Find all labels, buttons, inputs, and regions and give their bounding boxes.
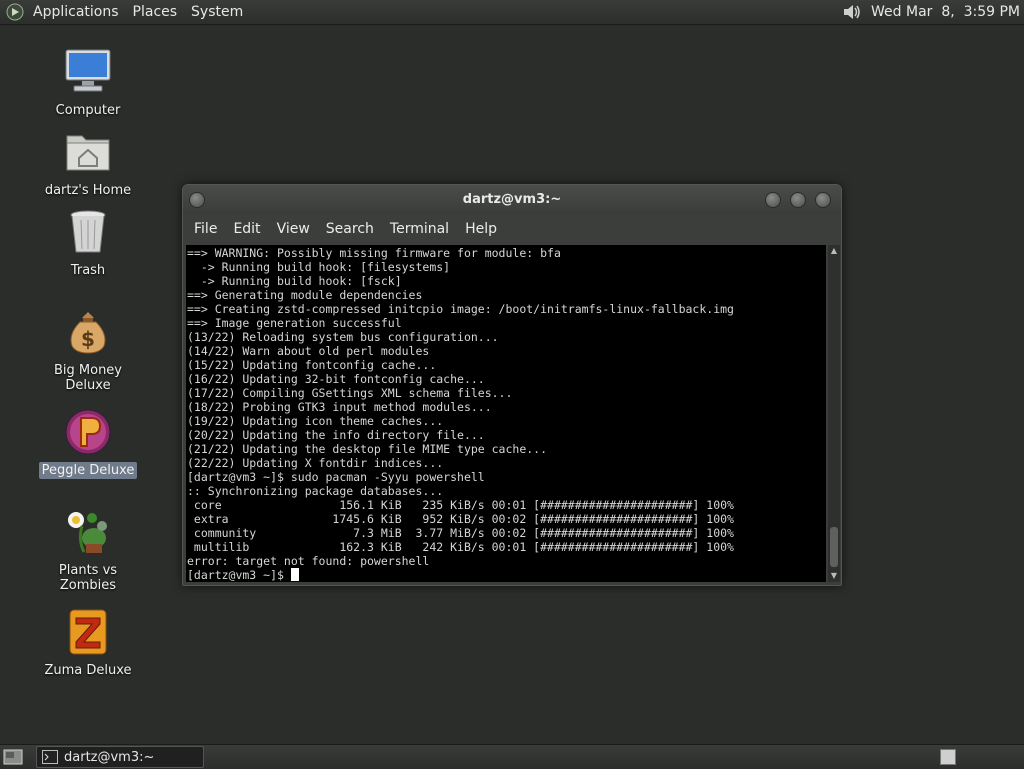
bottom-panel: dartz@vm3:~: [0, 744, 1024, 769]
terminal-line: community 7.3 MiB 3.77 MiB/s 00:02 [####…: [187, 526, 734, 540]
terminal-line: multilib 162.3 KiB 242 KiB/s 00:01 [####…: [187, 540, 734, 554]
terminal-scrollbar[interactable]: ▲ ▼: [828, 245, 840, 582]
desktop-icon-label: Zuma Deluxe: [44, 663, 132, 678]
menu-file[interactable]: File: [186, 221, 225, 237]
desktop-icon-pvz[interactable]: Plants vs Zombies: [28, 506, 148, 594]
terminal-prompt-line[interactable]: [dartz@vm3 ~]$: [187, 568, 826, 582]
terminal-window[interactable]: dartz@vm3:~ File Edit View Search Termin…: [182, 184, 842, 586]
terminal-line: -> Running build hook: [filesystems]: [187, 260, 451, 274]
desktop-icon-zuma[interactable]: Zuma Deluxe: [28, 606, 148, 679]
top-panel: Applications Places System Wed Mar 8, 3:…: [0, 0, 1024, 25]
desktop-icon-peggle[interactable]: Peggle Deluxe: [28, 406, 148, 479]
terminal-line: ==> Image generation successful: [187, 316, 402, 330]
svg-text:$: $: [81, 327, 95, 351]
close-button[interactable]: [815, 192, 831, 208]
terminal-line: (17/22) Compiling GSettings XML schema f…: [187, 386, 513, 400]
maximize-button[interactable]: [790, 192, 806, 208]
terminal-line: (21/22) Updating the desktop file MIME t…: [187, 442, 548, 456]
terminal-icon: [42, 750, 58, 764]
desktop-icon-label: Plants vs Zombies: [58, 563, 118, 593]
terminal-prompt: [dartz@vm3 ~]$: [187, 568, 291, 582]
plants-vs-zombies-icon: [68, 512, 107, 553]
terminal-line: extra 1745.6 KiB 952 KiB/s 00:02 [######…: [187, 512, 734, 526]
trash-icon: [70, 210, 106, 253]
terminal-line: (16/22) Updating 32-bit fontconfig cache…: [187, 372, 485, 386]
desktop-icon-label: Computer: [55, 103, 121, 118]
terminal-line: error: target not found: powershell: [187, 554, 430, 568]
terminal-line: (20/22) Updating the info directory file…: [187, 428, 485, 442]
terminal-line: :: Synchronizing package databases...: [187, 484, 444, 498]
menu-search[interactable]: Search: [318, 221, 382, 237]
workspace-switcher[interactable]: [940, 749, 956, 765]
computer-icon: [65, 49, 111, 92]
desktop-icon-label: Big Money Deluxe: [53, 363, 122, 393]
applications-menu[interactable]: Applications: [26, 0, 126, 24]
terminal-line: ==> Creating zstd-compressed initcpio im…: [187, 302, 734, 316]
terminal-line: (19/22) Updating icon theme caches...: [187, 414, 444, 428]
desktop-icon-label: dartz's Home: [44, 183, 132, 198]
terminal-line: [dartz@vm3 ~]$ sudo pacman -Syyu powersh…: [187, 470, 485, 484]
terminal-titlebar[interactable]: dartz@vm3:~: [183, 185, 841, 215]
volume-icon[interactable]: [841, 2, 863, 22]
home-folder-icon: [66, 135, 110, 171]
panel-clock[interactable]: Wed Mar 8, 3:59 PM: [871, 4, 1020, 20]
system-menu[interactable]: System: [184, 0, 250, 24]
terminal-cursor: [290, 568, 299, 581]
scroll-down-arrow-icon[interactable]: ▼: [828, 570, 840, 582]
menu-view[interactable]: View: [269, 221, 318, 237]
taskbar-terminal-button[interactable]: dartz@vm3:~: [36, 746, 204, 768]
desktop-icon-label: Peggle Deluxe: [38, 462, 138, 479]
desktop-icon-home[interactable]: dartz's Home: [28, 126, 148, 199]
menu-terminal[interactable]: Terminal: [382, 221, 457, 237]
scroll-up-arrow-icon[interactable]: ▲: [828, 245, 840, 257]
terminal-line: (15/22) Updating fontconfig cache...: [187, 358, 437, 372]
terminal-line: ==> WARNING: Possibly missing firmware f…: [187, 246, 561, 260]
desktop-icon-big-money[interactable]: $ Big Money Deluxe: [28, 306, 148, 394]
show-desktop-icon[interactable]: [2, 747, 24, 767]
applications-menu-icon[interactable]: [6, 3, 24, 21]
terminal-line: ==> Generating module dependencies: [187, 288, 423, 302]
places-menu[interactable]: Places: [126, 0, 185, 24]
menu-help[interactable]: Help: [457, 221, 505, 237]
terminal-line: core 156.1 KiB 235 KiB/s 00:01 [########…: [187, 498, 734, 512]
terminal-menubar: File Edit View Search Terminal Help: [183, 215, 841, 243]
terminal-line: (13/22) Reloading system bus configurati…: [187, 330, 499, 344]
peggle-icon: [65, 409, 111, 455]
window-title: dartz@vm3:~: [462, 192, 562, 207]
desktop-icon-trash[interactable]: Trash: [28, 206, 148, 279]
minimize-button[interactable]: [765, 192, 781, 208]
panel-tray: Wed Mar 8, 3:59 PM: [841, 2, 1024, 22]
terminal-line: -> Running build hook: [fsck]: [187, 274, 402, 288]
money-bag-icon: $: [70, 312, 106, 354]
desktop-icon-computer[interactable]: Computer: [28, 46, 148, 119]
terminal-line: (14/22) Warn about old perl modules: [187, 344, 430, 358]
desktop-icon-label: Trash: [70, 263, 106, 278]
terminal-text: ==> WARNING: Possibly missing firmware f…: [186, 245, 826, 582]
zuma-icon: [69, 609, 107, 655]
scrollbar-thumb[interactable]: [830, 527, 838, 567]
terminal-line: (18/22) Probing GTK3 input method module…: [187, 400, 492, 414]
taskbar-button-label: dartz@vm3:~: [64, 749, 155, 765]
terminal-line: (22/22) Updating X fontdir indices...: [187, 456, 444, 470]
terminal-output[interactable]: ==> WARNING: Possibly missing firmware f…: [186, 245, 826, 582]
menu-edit[interactable]: Edit: [225, 221, 268, 237]
